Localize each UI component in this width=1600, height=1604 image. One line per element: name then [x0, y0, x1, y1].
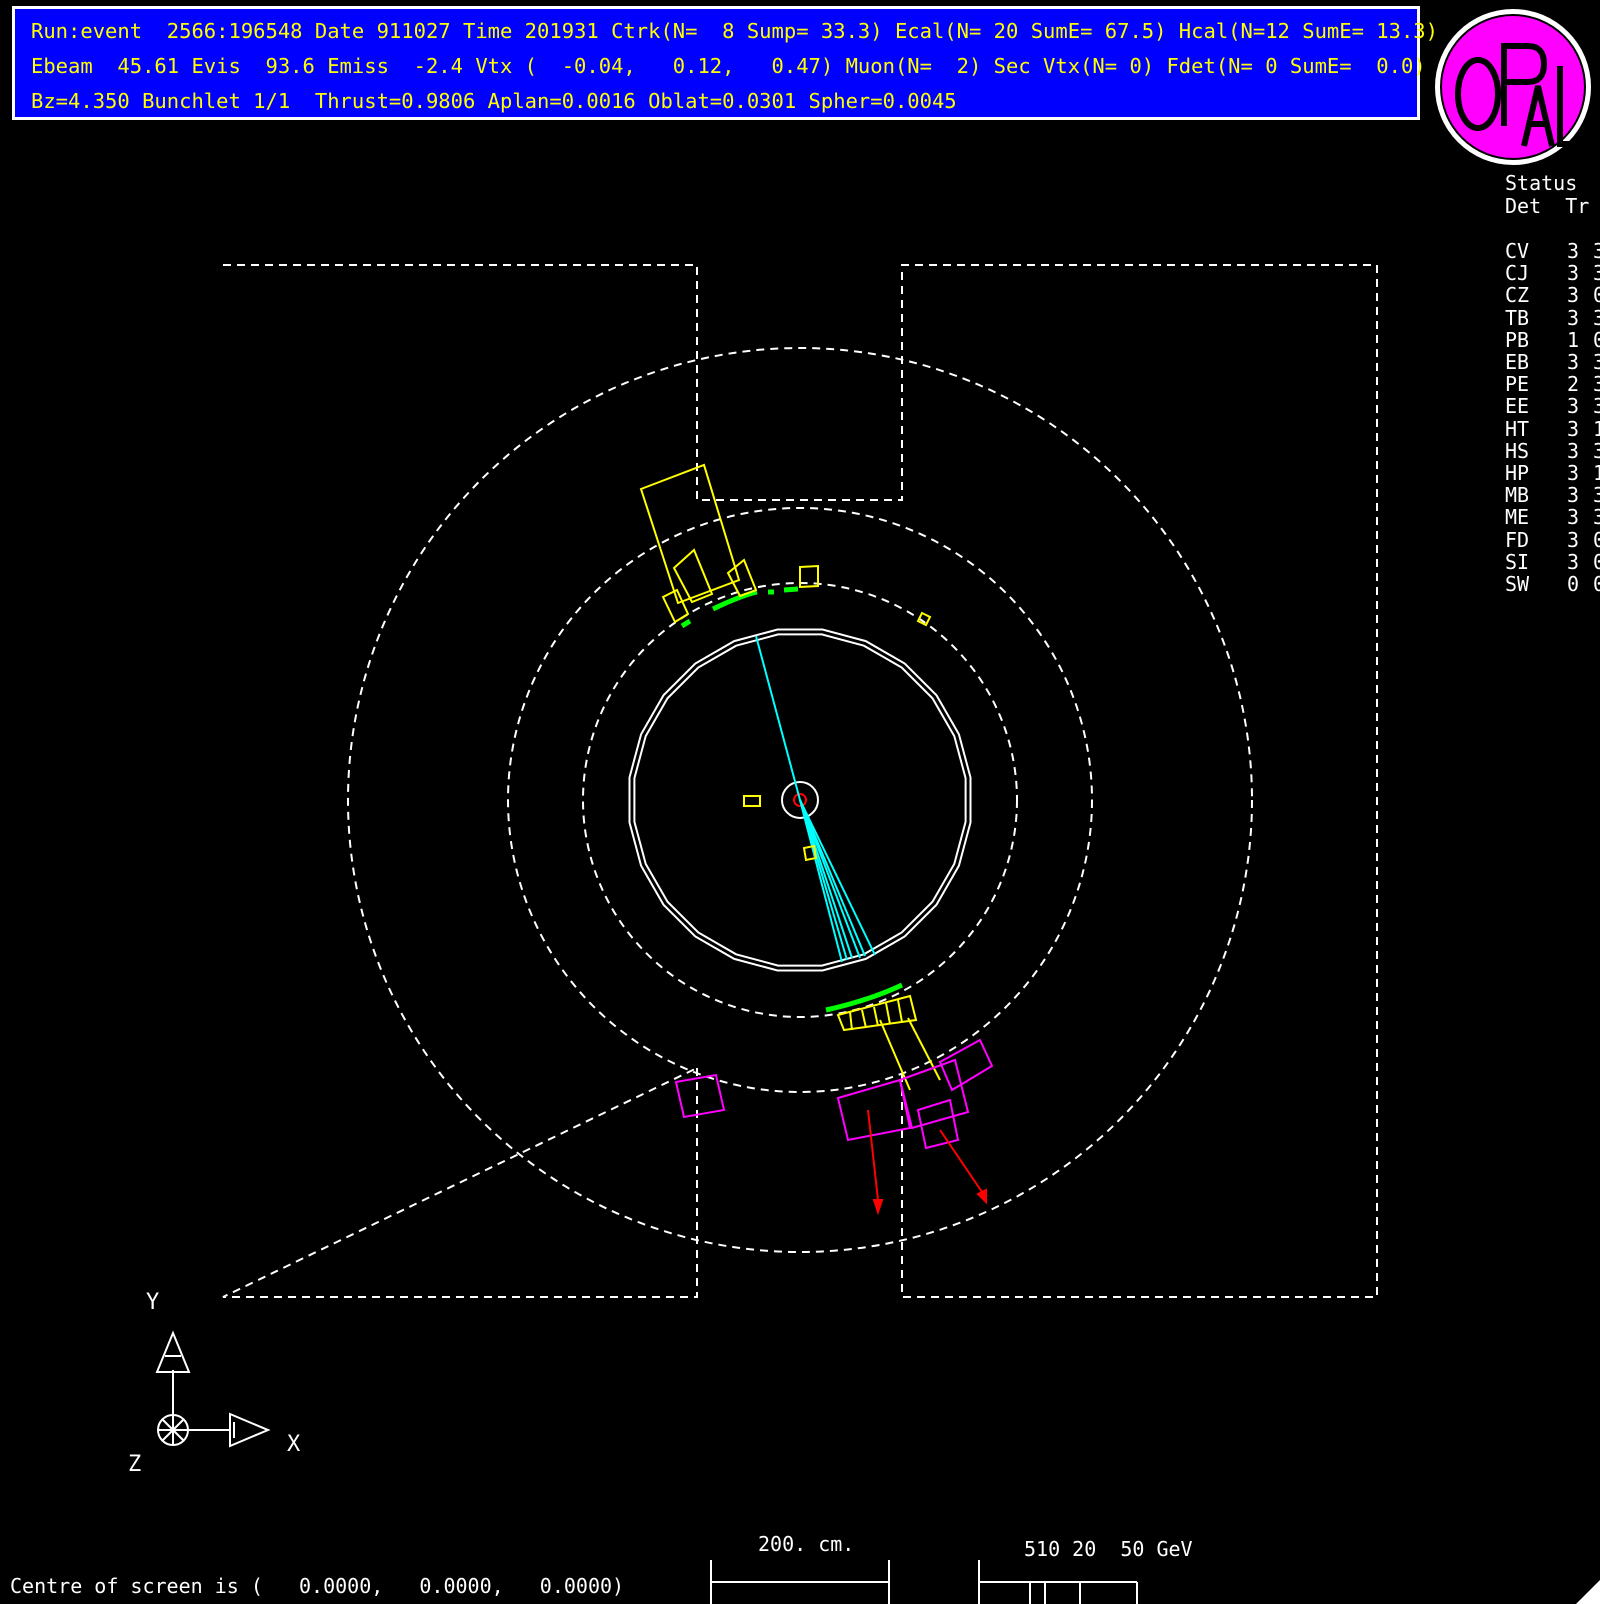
axis-label-z: Z [128, 1452, 142, 1477]
distance-scale-label: 200. cm. [758, 1532, 855, 1556]
energy-scale-label: 510 20 50 GeV [1024, 1537, 1193, 1561]
distance-scale-bar [710, 1560, 890, 1604]
muon-chambers [674, 1038, 994, 1150]
axis-triad [155, 1330, 271, 1448]
energy-scale-bar [978, 1560, 1138, 1604]
axis-label-x: X [287, 1432, 301, 1457]
detector-display [155, 264, 1600, 1604]
charged-tracks [755, 635, 876, 963]
screen-centre-readout: Centre of screen is ( 0.0000, 0.0000, 0.… [10, 1574, 625, 1598]
muon-arrows [867, 1109, 987, 1216]
hcal-towers [639, 463, 941, 1091]
axis-label-y: Y [146, 1290, 160, 1315]
corner-resize-handle [1576, 1580, 1600, 1604]
